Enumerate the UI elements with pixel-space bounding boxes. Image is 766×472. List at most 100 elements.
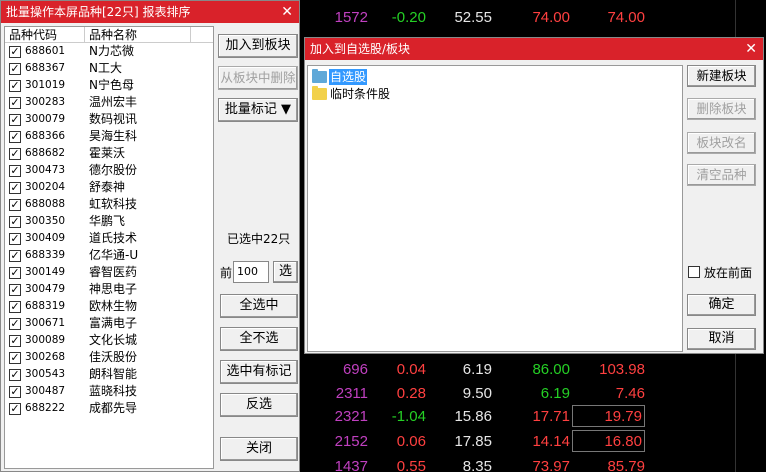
batch-dialog-title: 批量操作本屏品种[22只] 报表排序 — [6, 5, 191, 19]
item-name: 昊海生科 — [89, 129, 138, 143]
item-checkbox[interactable]: ✓ — [9, 335, 21, 347]
item-checkbox[interactable]: ✓ — [9, 199, 21, 211]
list-item[interactable]: ✓ 300543 朗科智能 — [5, 366, 213, 383]
quote-row[interactable]: 696 0.04 6.19 86.00 103.98 — [300, 358, 766, 382]
pick-button[interactable]: 选 — [273, 261, 298, 283]
delete-block-button[interactable]: 删除板块 — [687, 98, 756, 120]
list-item[interactable]: ✓ 300204 舒泰神 — [5, 179, 213, 196]
item-name: 虹软科技 — [89, 197, 138, 211]
close-icon[interactable]: ✕ — [745, 38, 757, 60]
list-item[interactable]: ✓ 300149 睿智医药 — [5, 264, 213, 281]
add-to-block-button[interactable]: 加入到板块 — [218, 34, 298, 58]
list-item[interactable]: ✓ 300487 蓝晓科技 — [5, 383, 213, 400]
close-icon[interactable]: ✕ — [281, 1, 293, 23]
item-checkbox[interactable]: ✓ — [9, 80, 21, 92]
list-item[interactable]: ✓ 300089 文化长城 — [5, 332, 213, 349]
quote-cell: 1437 — [334, 458, 368, 472]
list-item[interactable]: ✓ 688222 成都先导 — [5, 400, 213, 417]
list-items: ✓ 688601 N力芯微 ✓ 688367 N工大 ✓ 301019 N宁色母 ✓ 300283 温… — [5, 43, 213, 417]
list-item[interactable]: ✓ 301019 N宁色母 — [5, 77, 213, 94]
item-code: 301019 — [25, 79, 66, 91]
batch-dialog-titlebar[interactable]: 批量操作本屏品种[22只] 报表排序 ✕ — [1, 1, 299, 23]
select-none-button[interactable]: 全不选 — [220, 327, 298, 351]
item-checkbox[interactable]: ✓ — [9, 148, 21, 160]
clear-items-button[interactable]: 清空品种 — [687, 164, 756, 186]
item-checkbox[interactable]: ✓ — [9, 267, 21, 279]
list-item[interactable]: ✓ 300479 神思电子 — [5, 281, 213, 298]
list-item[interactable]: ✓ 300473 德尔股份 — [5, 162, 213, 179]
quote-cell: 85.79 — [607, 458, 645, 472]
quote-row[interactable]: 1437 0.55 8.35 73.97 85.79 — [300, 455, 766, 472]
front-count-input[interactable]: 100 — [233, 261, 269, 283]
list-item[interactable]: ✓ 688682 霍莱沃 — [5, 145, 213, 162]
quote-cell: 74.00 — [607, 9, 645, 26]
item-checkbox[interactable]: ✓ — [9, 131, 21, 143]
item-name: 成都先导 — [89, 401, 138, 415]
ok-button[interactable]: 确定 — [687, 294, 756, 316]
item-checkbox[interactable]: ✓ — [9, 369, 21, 381]
quote-row[interactable]: 2311 0.28 9.50 6.19 7.46 — [300, 382, 766, 406]
item-name: 神思电子 — [89, 282, 138, 296]
quote-cell: 19.79 — [572, 405, 645, 427]
rename-block-button[interactable]: 板块改名 — [687, 132, 756, 154]
item-code: 300268 — [25, 351, 66, 363]
quote-row[interactable]: 2152 0.06 17.85 14.14 16.80 — [300, 430, 766, 454]
item-checkbox[interactable]: ✓ — [9, 63, 21, 75]
folder-icon — [312, 86, 327, 100]
quote-cell: 16.80 — [572, 430, 645, 452]
tree-node-label: 自选股 — [329, 69, 368, 85]
select-marked-button[interactable]: 选中有标记 — [220, 360, 298, 384]
quote-cell: 86.00 — [532, 361, 570, 378]
list-item[interactable]: ✓ 300079 数码视讯 — [5, 111, 213, 128]
column-header-code[interactable]: 品种代码 — [9, 27, 85, 43]
close-button[interactable]: 关闭 — [220, 437, 298, 461]
item-code: 688682 — [25, 147, 66, 159]
select-all-button[interactable]: 全选中 — [220, 294, 298, 318]
list-item[interactable]: ✓ 688319 欧林生物 — [5, 298, 213, 315]
stock-list[interactable]: 品种代码 品种名称 ✓ 688601 N力芯微 ✓ 688367 N工大 ✓ 301019 N宁… — [4, 26, 214, 469]
remove-from-block-button[interactable]: 从板块中删除 — [218, 66, 298, 90]
new-block-button[interactable]: 新建板块 — [687, 65, 756, 87]
item-checkbox[interactable]: ✓ — [9, 386, 21, 398]
list-item[interactable]: ✓ 688339 亿华通-U — [5, 247, 213, 264]
invert-selection-button[interactable]: 反选 — [220, 393, 298, 417]
item-checkbox[interactable]: ✓ — [9, 46, 21, 58]
column-header-name[interactable]: 品种名称 — [85, 27, 191, 43]
list-item[interactable]: ✓ 300268 佳沃股份 — [5, 349, 213, 366]
list-item[interactable]: ✓ 688366 昊海生科 — [5, 128, 213, 145]
item-code: 300283 — [25, 96, 66, 108]
list-item[interactable]: ✓ 688367 N工大 — [5, 60, 213, 77]
item-checkbox[interactable]: ✓ — [9, 318, 21, 330]
list-item[interactable]: ✓ 300409 道氏技术 — [5, 230, 213, 247]
item-checkbox[interactable]: ✓ — [9, 165, 21, 177]
item-checkbox[interactable]: ✓ — [9, 216, 21, 228]
block-tree[interactable]: 自选股 临时条件股 — [307, 65, 683, 352]
list-item[interactable]: ✓ 300671 富满电子 — [5, 315, 213, 332]
list-item[interactable]: ✓ 300350 华鹏飞 — [5, 213, 213, 230]
list-item[interactable]: ✓ 300283 温州宏丰 — [5, 94, 213, 111]
item-checkbox[interactable]: ✓ — [9, 250, 21, 262]
cancel-button[interactable]: 取消 — [687, 328, 756, 350]
quote-row[interactable]: 1572 -0.20 52.55 74.00 74.00 — [300, 6, 766, 30]
item-checkbox[interactable]: ✓ — [9, 403, 21, 415]
place-front-checkbox[interactable] — [688, 266, 700, 278]
item-checkbox[interactable]: ✓ — [9, 182, 21, 194]
item-checkbox[interactable]: ✓ — [9, 97, 21, 109]
item-code: 688601 — [25, 45, 66, 57]
item-checkbox[interactable]: ✓ — [9, 352, 21, 364]
item-checkbox[interactable]: ✓ — [9, 301, 21, 313]
list-item[interactable]: ✓ 688088 虹软科技 — [5, 196, 213, 213]
item-name: 富满电子 — [89, 316, 138, 330]
item-name: 文化长城 — [89, 333, 138, 347]
quote-cell: 9.50 — [462, 385, 492, 402]
item-code: 300409 — [25, 232, 66, 244]
item-checkbox[interactable]: ✓ — [9, 233, 21, 245]
item-checkbox[interactable]: ✓ — [9, 114, 21, 126]
quote-cell: 74.00 — [532, 9, 570, 26]
quote-row[interactable]: 2321 -1.04 15.86 17.71 19.79 — [300, 405, 766, 429]
item-checkbox[interactable]: ✓ — [9, 284, 21, 296]
quote-cell: 6.19 — [540, 385, 570, 402]
list-item[interactable]: ✓ 688601 N力芯微 — [5, 43, 213, 60]
batch-mark-dropdown[interactable]: 批量标记 ▼ — [218, 98, 298, 122]
add-dialog-titlebar[interactable]: 加入到自选股/板块 ✕ — [305, 38, 763, 60]
